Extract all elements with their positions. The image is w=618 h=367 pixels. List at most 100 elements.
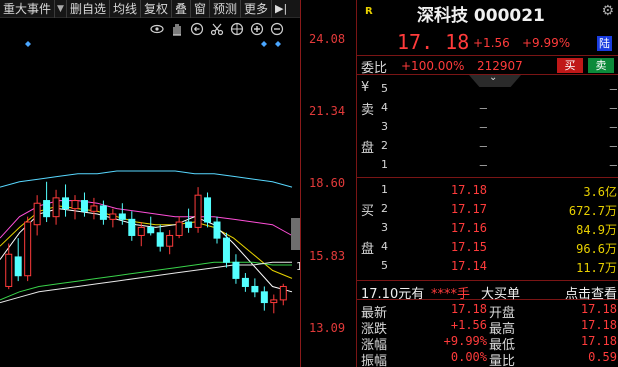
candle-body <box>90 205 98 212</box>
price-highlight-block <box>291 218 300 250</box>
bid-row: 买 2 17.17 672.7万 <box>357 200 618 219</box>
ticker-stars: ****手 <box>431 287 471 302</box>
bid-price: 17.18 <box>450 183 487 197</box>
level-number: 4 <box>381 101 388 114</box>
candle-body <box>213 221 221 239</box>
zoom-in-icon[interactable] <box>250 22 264 36</box>
stat-row: 涨跌 +1.56 最高 17.18 <box>357 318 618 337</box>
book-divider <box>357 177 618 178</box>
candle-body <box>194 194 202 228</box>
ask-row: 1 – – <box>357 156 618 175</box>
level-number: 4 <box>381 240 388 253</box>
candle-body <box>204 197 212 223</box>
candle-body <box>43 200 51 218</box>
stat-value: 0.59 <box>588 350 617 364</box>
event-marker-icon <box>275 41 281 47</box>
stock-connect-badge: 陆 <box>597 36 612 51</box>
toolbar-forecast-button[interactable]: 预测 <box>210 0 242 18</box>
level-number: 3 <box>381 120 388 133</box>
hand-icon[interactable] <box>170 22 184 36</box>
toolbar-more-button[interactable]: 更多 <box>241 0 273 18</box>
stat-value: 17.18 <box>580 302 617 316</box>
axis-label: 24.08 <box>309 32 346 46</box>
gear-icon[interactable]: ⚙ <box>601 3 614 19</box>
buy-button[interactable]: 买 <box>557 58 583 73</box>
ticker-label: 大买单 <box>481 287 521 302</box>
ask-row: 3 – – <box>357 118 618 137</box>
candle-body <box>14 256 22 277</box>
toolbar-events-button[interactable]: 重大事件 <box>0 0 56 18</box>
stock-title: 深科技 000021 <box>417 6 545 26</box>
ask-volume: – <box>609 101 617 115</box>
toolbar-ma-button[interactable]: 均线 <box>110 0 141 18</box>
bid-volume: 84.9万 <box>576 223 617 237</box>
toolbar-window-button[interactable]: 窗 <box>191 0 211 18</box>
candle-body <box>109 213 117 220</box>
bid-volume: 96.6万 <box>576 242 617 256</box>
ask-price: – <box>479 101 487 115</box>
price-change: +1.56 <box>473 36 510 50</box>
stat-value: +9.99% <box>443 334 487 348</box>
candle-body <box>128 218 136 236</box>
candle-body <box>270 299 278 304</box>
bid-price: 17.17 <box>450 202 487 216</box>
toolbar-remove-watchlist-button[interactable]: 删自选 <box>67 0 110 18</box>
skip-forward-icon[interactable]: ▶| <box>272 0 290 18</box>
stat-row: 涨幅 +9.99% 最低 17.18 <box>357 334 618 353</box>
candle-body <box>251 285 259 293</box>
ask-price: – <box>479 139 487 153</box>
bid-row: 3 17.16 84.9万 <box>357 219 618 238</box>
candle-body <box>52 197 60 218</box>
chart-tool-icons <box>150 22 284 38</box>
chevron-down-icon[interactable]: ▼ <box>55 0 67 18</box>
axis-label: 15.83 <box>309 249 346 263</box>
axis-label: 13.09 <box>309 321 346 335</box>
level-number: 2 <box>381 139 388 152</box>
level-number: 1 <box>381 158 388 171</box>
candle-body <box>166 234 174 247</box>
candle-body <box>156 232 164 247</box>
scissors-icon[interactable] <box>210 22 224 36</box>
ask-volume: – <box>609 139 617 153</box>
price-change-percent: +9.99% <box>522 36 571 50</box>
candle-body <box>33 202 41 226</box>
r-badge: R <box>365 6 373 17</box>
bid-row: 5 17.14 11.7万 <box>357 257 618 276</box>
candle-body <box>5 253 13 287</box>
order-diff-value: 212907 <box>477 59 523 73</box>
kline-chart[interactable]: 15 <box>0 18 310 367</box>
ask-row: 卖 4 – – <box>357 99 618 118</box>
bid-row: 1 17.18 3.6亿 <box>357 181 618 200</box>
bid-price: 17.14 <box>450 259 487 273</box>
stat-label: 量比 <box>489 354 516 367</box>
stat-value: 17.18 <box>450 302 487 316</box>
zoom-out-icon[interactable] <box>270 22 284 36</box>
level-number: 5 <box>381 259 388 272</box>
candle-body <box>147 226 155 234</box>
toolbar-adjust-button[interactable]: 复权 <box>141 0 172 18</box>
candle-body <box>279 285 287 301</box>
last-price: 17. 18 <box>397 30 470 54</box>
bid-volume: 672.7万 <box>568 204 617 218</box>
axis-label: 18.60 <box>309 176 346 190</box>
target-icon[interactable] <box>230 22 244 36</box>
chart-toolbar: 重大事件 ▼ 删自选 均线 复权 叠 窗 预测 更多 ▶| <box>0 0 300 18</box>
side-label: 卖 <box>361 103 375 118</box>
side-label: ¥ <box>361 80 370 95</box>
candle-body <box>241 277 249 287</box>
stat-row: 最新 17.18 开盘 17.18 <box>357 302 618 321</box>
stat-value: 17.18 <box>580 334 617 348</box>
candle-body <box>260 291 268 304</box>
ticker-link[interactable]: 点击查看 <box>565 283 617 302</box>
toolbar-overlay-button[interactable]: 叠 <box>172 0 191 18</box>
event-marker-icon <box>261 41 267 47</box>
ask-volume: – <box>609 120 617 134</box>
bid-price: 17.15 <box>450 240 487 254</box>
undo-icon[interactable] <box>190 22 204 36</box>
sell-button[interactable]: 卖 <box>588 58 614 73</box>
bid-volume: 3.6亿 <box>583 185 617 199</box>
big-order-ticker[interactable]: 17.10元有 ****手 大买单 点击查看 <box>357 280 618 302</box>
level-number: 5 <box>381 82 388 95</box>
eye-icon[interactable] <box>150 22 164 36</box>
ask-row: ¥ 5 – <box>357 80 618 99</box>
